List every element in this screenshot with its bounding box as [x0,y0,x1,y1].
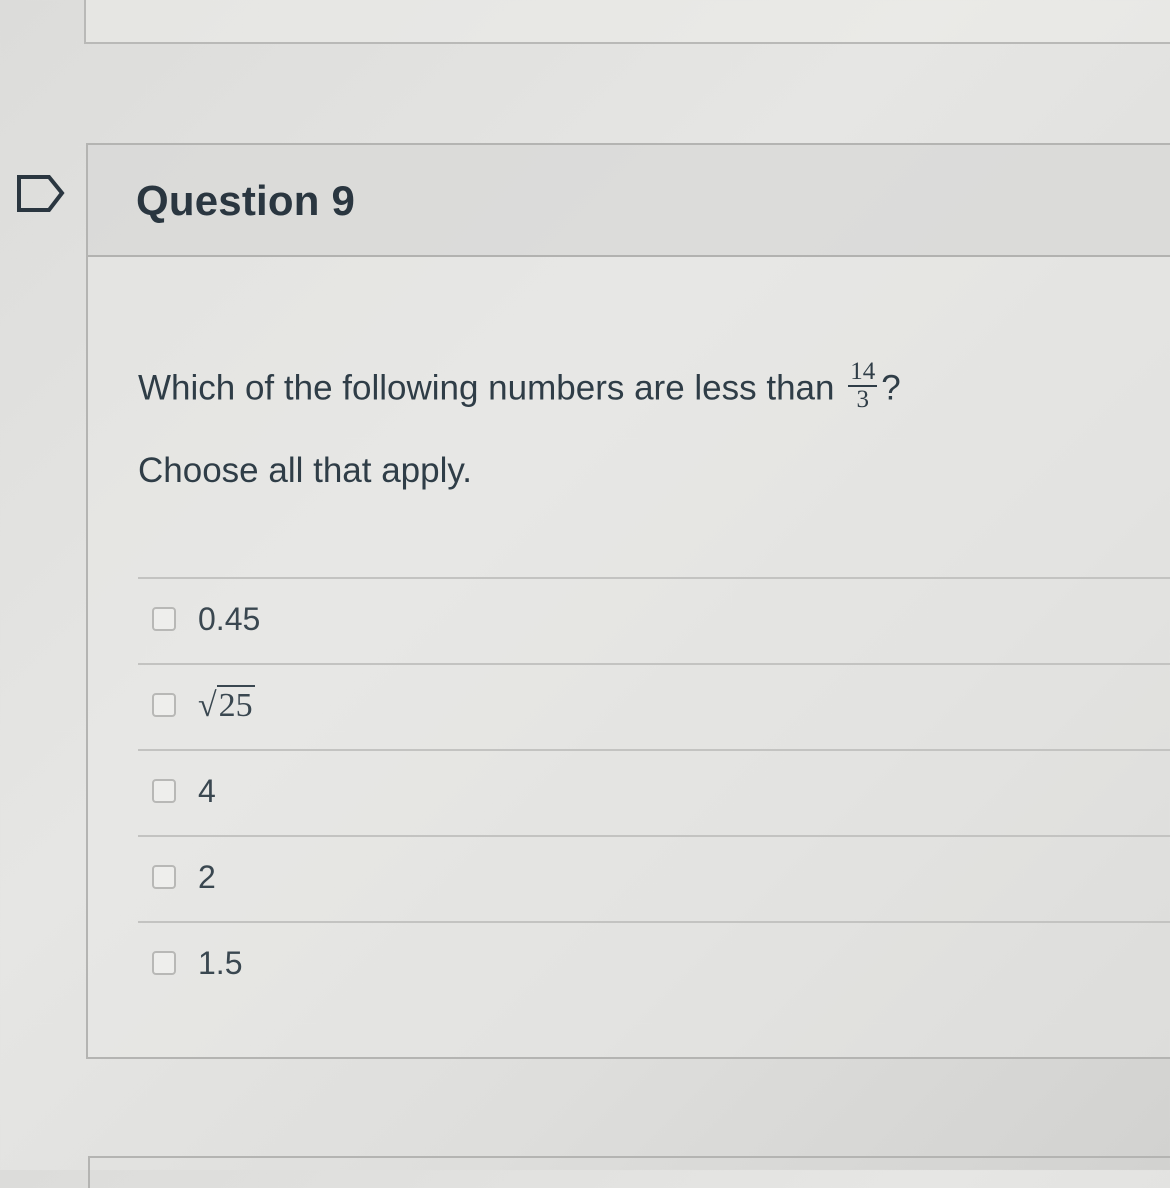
question-instruction: Choose all that apply. [138,451,473,490]
checkbox-icon[interactable] [152,693,176,717]
question-prompt: Which of the following numbers are less … [138,359,901,417]
checkbox-icon[interactable] [152,779,176,803]
answer-option[interactable]: 2 [138,835,1170,921]
checkbox-icon[interactable] [152,865,176,889]
next-question-card [88,1156,1170,1188]
sqrt-radicand: 25 [216,685,255,724]
question-header: Question 9 [88,145,1170,257]
answer-label[interactable]: 1.5 [198,945,242,982]
answer-option[interactable]: 4 [138,749,1170,835]
flag-question-icon[interactable] [16,174,66,214]
fraction-denominator: 3 [856,386,869,413]
previous-question-card [84,0,1170,44]
question-card: Question 9 Which of the following number… [86,143,1170,1059]
answer-label[interactable]: 0.45 [198,601,260,638]
answer-option[interactable]: 0.45 [138,577,1170,663]
square-root-symbol: √ [198,687,217,724]
answer-label-sqrt[interactable]: √25 [198,685,255,725]
fraction-numerator: 14 [848,358,878,387]
answer-option[interactable]: √25 [138,663,1170,749]
question-title: Question 9 [136,177,356,224]
answer-option[interactable]: 1.5 [138,921,1170,1007]
answer-list: 0.45 √25 4 2 1.5 [138,577,1170,1007]
checkbox-icon[interactable] [152,951,176,975]
checkbox-icon[interactable] [152,607,176,631]
answer-label[interactable]: 2 [198,859,216,896]
question-prompt-suffix: ? [881,368,901,408]
fraction: 14 3 [848,358,878,413]
answer-label[interactable]: 4 [198,773,216,810]
question-prompt-text: Which of the following numbers are less … [138,368,835,408]
